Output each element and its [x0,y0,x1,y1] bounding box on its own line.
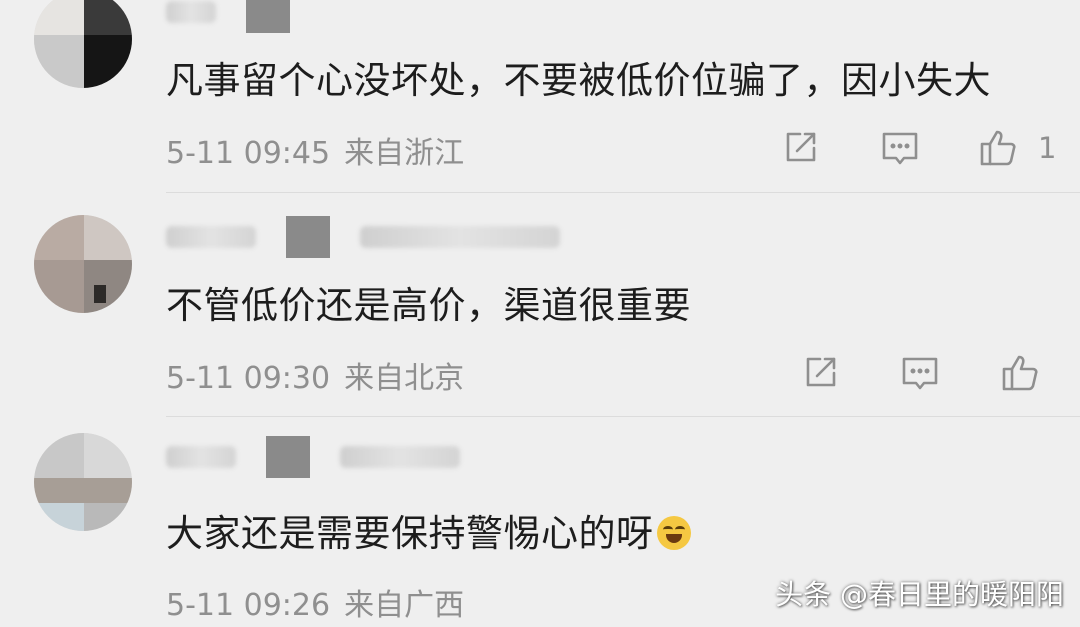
comment-text-body: 大家还是需要保持警惕心的呀 [166,512,654,555]
username-redacted [166,0,290,33]
like-icon [980,130,1016,166]
like-button[interactable] [1000,353,1060,393]
divider [166,416,1080,417]
reply-icon [882,132,918,165]
reply-button[interactable] [900,353,940,393]
comment-time: 5-11 09:26 [166,588,331,623]
share-button[interactable] [800,353,840,393]
comment-text: 不管低价还是高价，渠道很重要 [166,284,691,327]
reply-button[interactable] [880,128,920,168]
username-redacted [166,436,460,478]
username-redacted [166,216,560,258]
share-icon [786,132,816,162]
watermark: 头条 @春日里的暖阳阳 [775,578,1064,611]
comment-meta: 5-11 09:45 来自浙江 [166,128,464,172]
comment-location: 来自浙江 [344,136,465,171]
comment-meta: 5-11 09:30 来自北京 [166,353,464,397]
reply-icon [902,357,938,390]
avatar[interactable] [34,0,132,88]
comment-item: 不管低价还是高价，渠道很重要 5-11 09:30 来自北京 [0,205,1080,415]
share-icon [806,357,836,387]
comment-location: 来自广西 [344,588,465,623]
like-button[interactable]: 1 [978,128,1056,168]
comment-text: 凡事留个心没坏处，不要被低价位骗了，因小失大 [166,59,991,102]
comment-meta: 5-11 09:26 来自广西 [166,580,464,624]
comment-time: 5-11 09:45 [166,136,331,171]
share-button[interactable] [780,128,820,168]
comment-text: 大家还是需要保持警惕心的呀 [166,503,691,557]
avatar[interactable] [34,433,132,531]
avatar[interactable] [34,215,132,313]
divider [166,192,1080,193]
comment-item: 凡事留个心没坏处，不要被低价位骗了，因小失大 5-11 09:45 来自浙江 1 [0,0,1080,190]
comment-location: 来自北京 [344,361,465,396]
laughing-crying-emoji-icon [656,516,691,550]
comment-time: 5-11 09:30 [166,361,331,396]
like-icon [1002,355,1038,391]
like-count: 1 [1038,131,1057,165]
